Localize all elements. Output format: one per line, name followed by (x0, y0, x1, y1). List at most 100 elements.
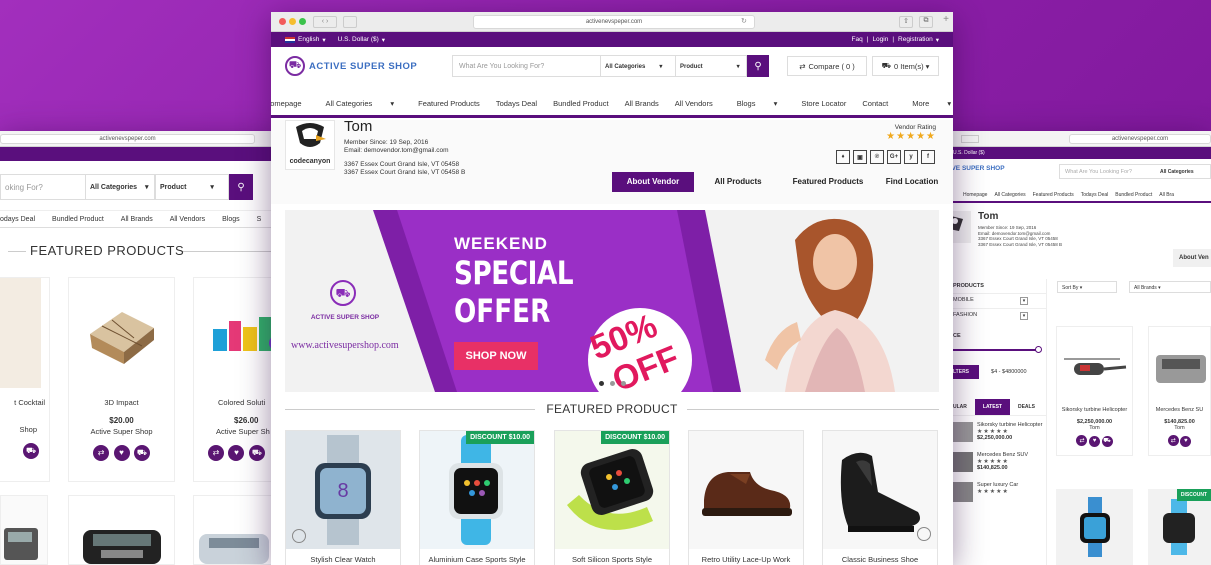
right-nav-item[interactable]: Todays Deal (1081, 192, 1109, 198)
right-product-card[interactable]: Sikorsky turbine Helicopter $2,250,000.0… (1056, 326, 1133, 456)
main-url-bar[interactable]: activenevspeper.com (473, 15, 755, 29)
tab-featured-products[interactable]: Featured Products (782, 172, 874, 192)
left-nav-item[interactable]: All Brands (121, 216, 153, 223)
right-nav-item[interactable]: Homepage (963, 192, 987, 198)
main-product-select[interactable]: Product ▾ (675, 55, 747, 77)
sidebar-icon[interactable] (961, 135, 979, 143)
right-product-card[interactable]: DISCOUNT (1148, 489, 1211, 565)
registration-link[interactable]: Registration (898, 36, 933, 43)
category-item[interactable]: MOBILE ▾ (941, 293, 1046, 308)
right-url-bar[interactable]: activenevspeper.com (1069, 134, 1211, 144)
cart-button[interactable]: ⛟ 0 Item(s) ▾ (872, 56, 939, 76)
expand-icon[interactable]: ▾ (1020, 312, 1028, 320)
compare-button[interactable]: ⇄ Compare ( 0 ) (787, 56, 867, 76)
cart-icon[interactable]: ⛟ (1101, 435, 1113, 447)
pinterest-icon[interactable]: ℗ (870, 150, 884, 164)
nav-all-vendors[interactable]: All Vendors (675, 99, 713, 108)
banner-website[interactable]: www.activesupershop.com (291, 340, 399, 351)
tab-latest[interactable]: LATEST (974, 399, 1010, 415)
close-window-button[interactable] (279, 18, 286, 25)
right-nav-item[interactable]: Featured Products (1033, 192, 1074, 198)
youtube-icon[interactable]: ▣ (853, 150, 867, 164)
promo-banner[interactable]: ⛟ ACTIVE SUPER SHOP www.activesupershop.… (285, 210, 939, 392)
left-product-card[interactable]: t Cocktail Shop ⛟ (0, 277, 50, 482)
left-search-button[interactable]: ⚲ (229, 174, 253, 200)
right-nav-item[interactable]: All Bra (1159, 192, 1174, 198)
twitter-icon[interactable]: y (904, 150, 918, 164)
compare-icon[interactable]: ⇄ (1076, 435, 1088, 446)
slider-handle[interactable] (1035, 346, 1042, 353)
zoom-icon[interactable] (292, 529, 306, 543)
reload-icon[interactable]: ↻ (741, 17, 747, 25)
main-product-card[interactable]: 8 Stylish Clear Watch (285, 430, 401, 565)
brand-select[interactable]: All Brands ▾ (1129, 281, 1211, 293)
heart-icon[interactable]: ♥ (113, 444, 130, 461)
sidebar-icon[interactable] (343, 16, 357, 28)
heart-icon[interactable]: ♥ (228, 444, 245, 461)
list-item[interactable]: Super luxury Car ★★★★★ (941, 472, 1046, 502)
left-product-select[interactable]: Product ▾ (155, 174, 229, 200)
nav-todays-deal[interactable]: Todays Deal (496, 99, 537, 108)
compare-icon[interactable]: ⇄ (93, 444, 110, 461)
sort-select[interactable]: Sort By ▾ (1057, 281, 1117, 293)
left-product-card[interactable] (193, 495, 273, 565)
shop-now-button[interactable]: SHOP NOW (454, 342, 538, 370)
nav-more[interactable]: More ▾ (904, 99, 953, 108)
list-item[interactable]: Sikorsky turbine Helicopter ★★★★★ $2,250… (941, 416, 1046, 442)
share-icon[interactable]: ⇧ (899, 16, 913, 28)
main-category-select[interactable]: All Categories ▾ (600, 55, 675, 77)
nav-featured-products[interactable]: Featured Products (418, 99, 480, 108)
heart-icon[interactable]: ♥ (1180, 435, 1192, 447)
cart-icon[interactable]: ⛟ (23, 443, 39, 459)
carousel-dot[interactable] (621, 381, 626, 386)
left-nav-item[interactable]: Bundled Product (52, 216, 104, 223)
main-logo[interactable]: ⛟ ACTIVE SUPER SHOP (285, 56, 417, 76)
zoom-icon[interactable] (917, 527, 931, 541)
right-category-select[interactable]: All Categories (1160, 169, 1194, 175)
left-product-card[interactable] (0, 495, 48, 565)
main-product-card[interactable]: Classic Business Shoe (822, 430, 938, 565)
language-select[interactable]: English (298, 36, 319, 43)
tab-about-vendor[interactable]: About Vendor (612, 172, 694, 192)
back-forward-buttons[interactable]: ‹ › (313, 16, 337, 28)
nav-all-categories[interactable]: All Categories ▾ (318, 99, 403, 108)
carousel-dot[interactable] (599, 381, 604, 386)
nav-store-locator[interactable]: Store Locator (801, 99, 846, 108)
nav-homepage[interactable]: Homepage (271, 99, 302, 108)
right-logo[interactable]: CTIVE SUPER SHOP (941, 165, 1021, 172)
minimize-window-button[interactable] (289, 18, 296, 25)
main-product-card[interactable]: DISCOUNT $10.00 Aluminium Case Sports St… (419, 430, 535, 565)
list-item[interactable]: Mercedes Benz SUV ★★★★★ $140,825.00 (941, 442, 1046, 472)
right-product-card[interactable]: Mercedes Benz SU $140,825.00 Tom ⇄ ♥ (1148, 326, 1211, 456)
main-search-input[interactable]: What Are You Looking For? (452, 55, 600, 77)
left-nav-item[interactable]: All Vendors (170, 216, 205, 223)
currency-select[interactable]: U.S. Dollar ($) (953, 150, 985, 156)
maximize-window-button[interactable] (299, 18, 306, 25)
right-search-bar[interactable]: What Are You Looking For? All Categories (1059, 164, 1211, 179)
main-product-card[interactable]: DISCOUNT $10.00 Soft Silicon Sports Styl… (554, 430, 670, 565)
cart-icon[interactable]: ⛟ (133, 445, 150, 461)
right-about-tab[interactable]: About Ven (1173, 249, 1211, 267)
main-product-card[interactable]: Retro Utility Lace-Up Work (688, 430, 804, 565)
nav-contact[interactable]: Contact (862, 99, 888, 108)
compare-icon[interactable]: ⇄ (208, 444, 224, 461)
main-search-button[interactable]: ⚲ (747, 55, 769, 77)
left-nav-item[interactable]: S (257, 216, 262, 223)
facebook-icon[interactable]: f (921, 150, 935, 164)
category-item[interactable]: FASHION ▾ (941, 308, 1046, 323)
left-nav-item[interactable]: odays Deal (0, 216, 35, 223)
right-product-card[interactable] (1056, 489, 1133, 565)
left-product-card[interactable] (68, 495, 175, 565)
nav-all-brands[interactable]: All Brands (625, 99, 659, 108)
nav-blogs[interactable]: Blogs ▾ (729, 99, 786, 108)
left-product-card[interactable]: Colored Soluti $26.00 Active Super Sh ⇄ … (193, 277, 282, 482)
right-nav-item[interactable]: Bundled Product (1115, 192, 1152, 198)
left-search-input[interactable]: oking For? (0, 174, 85, 200)
cart-icon[interactable]: ⛟ (248, 445, 265, 461)
left-product-card[interactable]: 3D Impact $20.00 Active Super Shop ⇄ ♥ ⛟ (68, 277, 175, 482)
carousel-dot[interactable] (610, 381, 615, 386)
compare-icon[interactable]: ⇄ (1167, 435, 1179, 446)
right-search-input[interactable]: What Are You Looking For? (1060, 169, 1160, 175)
tab-all-products[interactable]: All Products (694, 172, 782, 192)
tab-deals[interactable]: DEALS (1010, 399, 1043, 415)
